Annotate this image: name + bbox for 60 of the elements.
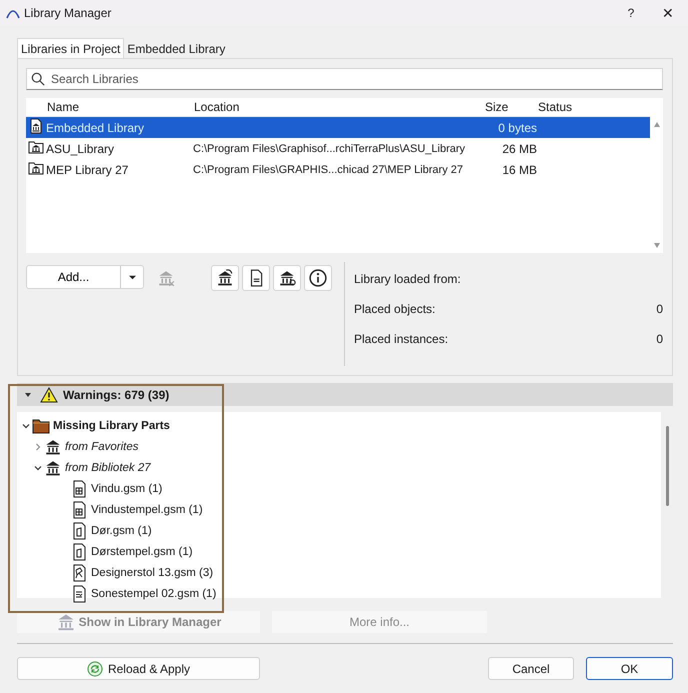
warnings-bar[interactable]: Warnings: 679 (39) xyxy=(17,383,673,406)
library-location: C:\Program Files\Graphisof...rchiTerraPlus\ASU_Library xyxy=(193,142,466,154)
tree-item[interactable]: Sonestempel 02.gsm (1) xyxy=(91,588,216,600)
library-name: Embedded Library xyxy=(46,120,146,134)
info-value: 0 xyxy=(656,332,663,346)
tree-item[interactable]: Designerstol 13.gsm (3) xyxy=(91,566,214,578)
close-button[interactable]: ✕ xyxy=(648,0,688,25)
window-title: Library Manager xyxy=(24,6,112,20)
ok-button[interactable]: OK xyxy=(586,657,673,680)
reload-library-button[interactable] xyxy=(211,265,239,291)
tree-item[interactable]: Dør.gsm (1) xyxy=(91,524,152,536)
info-label: Library loaded from: xyxy=(354,272,461,286)
library-icon xyxy=(44,438,62,456)
library-settings-icon xyxy=(278,269,296,287)
column-header[interactable]: Status xyxy=(537,100,635,114)
column-header[interactable]: Name xyxy=(46,100,193,114)
table-row[interactable]: ASU_Library C:\Program Files\Graphisof...rchiTerraPlus\ASU_Library 26 MB xyxy=(26,138,650,159)
info-value: 0 xyxy=(656,302,663,316)
tree-group[interactable]: Missing Library Parts xyxy=(53,420,170,432)
column-header[interactable]: Location xyxy=(193,100,485,114)
library-file-icon xyxy=(28,118,44,134)
info-button[interactable] xyxy=(304,265,332,291)
info-icon xyxy=(309,269,327,287)
help-button[interactable]: ? xyxy=(614,0,648,25)
library-size: 16 MB xyxy=(501,162,537,176)
cancel-button[interactable]: Cancel xyxy=(488,657,574,680)
library-location: C:\Program Files\GRAPHIS...chicad 27\MEP Library 27 xyxy=(193,164,464,176)
table-row[interactable]: MEP Library 27 C:\Program Files\GRAPHIS...chicad 27\MEP Library 27 16 MB xyxy=(26,159,650,180)
library-icon xyxy=(56,612,76,632)
library-name: MEP Library 27 xyxy=(46,162,130,176)
library-icon xyxy=(44,458,62,476)
tree-item[interactable]: Vindustempel.gsm (1) xyxy=(91,504,203,516)
scrollbar-thumb[interactable] xyxy=(666,426,668,506)
reload-icon xyxy=(86,660,103,676)
add-button[interactable]: Add... xyxy=(26,265,144,289)
info-label: Placed objects: xyxy=(354,302,436,316)
manage-library-button[interactable] xyxy=(273,265,301,291)
library-remove-icon xyxy=(157,269,175,287)
selected-row[interactable]: Embedded Library 0 bytes xyxy=(26,117,650,138)
library-size: 0 bytes xyxy=(497,120,537,134)
tree-group[interactable]: from Favorites xyxy=(65,440,138,452)
scroll-up-icon xyxy=(652,120,660,128)
library-document-button[interactable] xyxy=(242,265,270,291)
column-header[interactable]: Size xyxy=(485,100,537,114)
tree-item[interactable]: Vindu.gsm (1) xyxy=(91,482,162,494)
folder-icon xyxy=(32,416,50,434)
search-field[interactable]: Search Libraries xyxy=(26,68,663,90)
info-label: Placed instances: xyxy=(354,332,448,346)
tree-group[interactable]: from Bibliotek 27 xyxy=(65,462,151,474)
library-name: ASU_Library xyxy=(46,142,116,156)
caret-icon xyxy=(128,274,136,280)
search-icon xyxy=(31,72,45,86)
tab[interactable]: Libraries in Project xyxy=(17,38,124,58)
warning-icon xyxy=(40,386,58,402)
tree-item[interactable]: Dørstempel.gsm (1) xyxy=(91,546,193,558)
library-size: 26 MB xyxy=(501,142,537,156)
reload-apply-button[interactable]: Reload & Apply xyxy=(17,657,260,680)
library-reload-icon xyxy=(216,269,234,287)
scroll-down-icon xyxy=(652,242,660,250)
tab[interactable]: Embedded Library xyxy=(124,40,228,58)
